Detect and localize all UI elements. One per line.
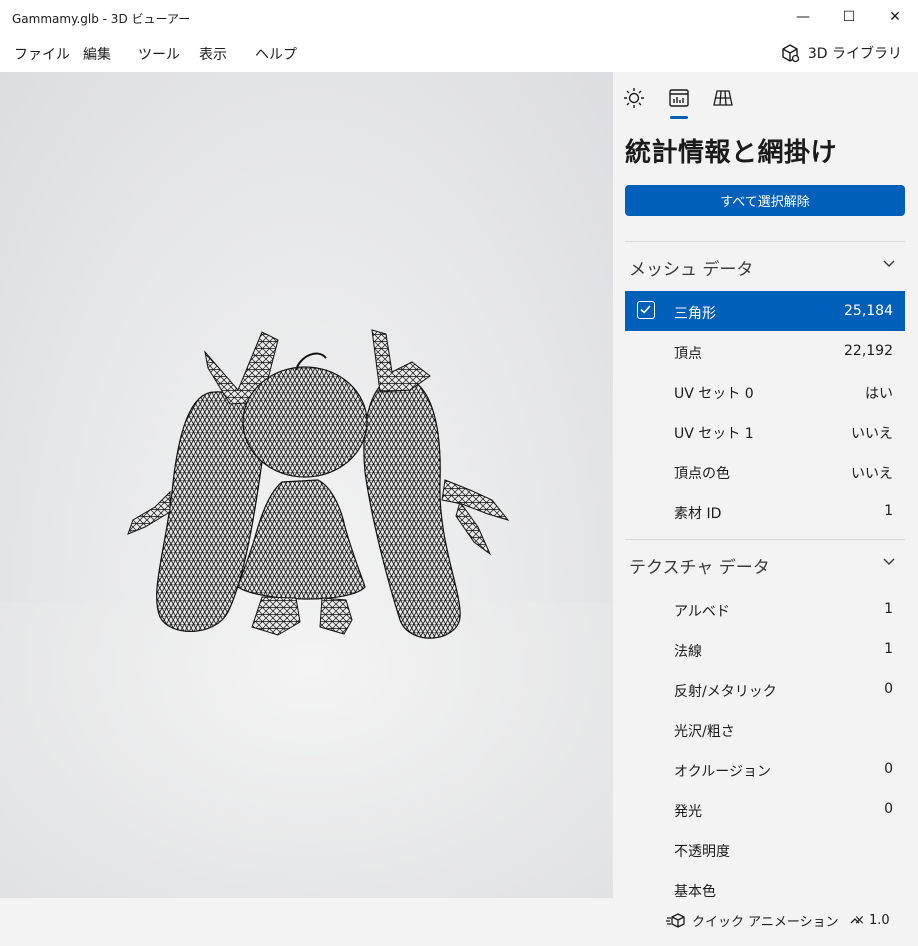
library-label: 3D ライブラリ xyxy=(807,46,902,62)
stat-label: UV セット 1 xyxy=(674,426,754,442)
stat-value: 0 xyxy=(884,801,893,817)
stat-label: アルベド xyxy=(674,604,730,620)
minimize-button[interactable]: — xyxy=(780,0,826,34)
library-cube-icon xyxy=(782,44,800,63)
stat-value: 1 xyxy=(884,601,893,617)
title-bar: Gammamy.glb - 3D ビューアー — ☐ ✕ xyxy=(0,0,918,34)
chevron-down-icon xyxy=(883,260,895,267)
stat-label: 頂点 xyxy=(674,346,702,362)
status-bar: クイック アニメーション × 1.0 xyxy=(0,898,918,946)
maximize-button[interactable]: ☐ xyxy=(826,0,872,34)
triangles-checkbox[interactable] xyxy=(637,301,655,319)
stat-label: 不透明度 xyxy=(674,844,730,860)
mesh-data-title: メッシュ データ xyxy=(629,260,754,280)
stat-row-reflective-metallic[interactable]: 反射/メタリック 0 xyxy=(625,669,905,709)
stat-row-occlusion[interactable]: オクルージョン 0 xyxy=(625,749,905,789)
panel-title: 統計情報と網掛け xyxy=(625,138,838,168)
stat-label: 素材 ID xyxy=(674,506,722,522)
deselect-all-button[interactable]: すべて選択解除 xyxy=(625,185,905,216)
3d-viewport[interactable] xyxy=(0,72,613,898)
stat-row-gloss-roughness[interactable]: 光沢/粗さ xyxy=(625,709,905,749)
stat-label: UV セット 0 xyxy=(674,386,754,402)
texture-data-section-header[interactable]: テクスチャ データ xyxy=(613,542,918,582)
stat-value: 22,192 xyxy=(844,343,893,359)
menu-help[interactable]: ヘルプ xyxy=(255,44,297,64)
stat-value: はい xyxy=(865,386,893,402)
stat-value: 1 xyxy=(884,503,893,519)
menu-view[interactable]: 表示 xyxy=(199,44,227,64)
mesh-data-section-header[interactable]: メッシュ データ xyxy=(613,244,918,284)
close-icon: ✕ xyxy=(889,9,901,25)
menu-bar: ファイル 編集 ツール 表示 ヘルプ 3D ライブラリ xyxy=(0,34,918,72)
stat-row-uv-set-0[interactable]: UV セット 0 はい xyxy=(625,371,905,411)
stat-row-albedo[interactable]: アルベド 1 xyxy=(625,589,905,629)
divider xyxy=(625,539,905,540)
stat-row-base-color[interactable]: 基本色 xyxy=(625,869,905,898)
minimize-icon: — xyxy=(796,9,810,25)
stat-value: 0 xyxy=(884,761,893,777)
window-title: Gammamy.glb - 3D ビューアー xyxy=(12,12,191,26)
stat-row-emissive[interactable]: 発光 0 xyxy=(625,789,905,829)
maximize-icon: ☐ xyxy=(842,9,856,25)
stat-row-vertex-color[interactable]: 頂点の色 いいえ xyxy=(625,451,905,491)
tab-stats[interactable] xyxy=(667,86,691,110)
stat-row-material-id[interactable]: 素材 ID 1 xyxy=(625,491,905,531)
chevron-down-icon xyxy=(883,558,895,565)
stat-row-normal[interactable]: 法線 1 xyxy=(625,629,905,669)
stat-label: オクルージョン xyxy=(674,764,772,780)
divider xyxy=(625,241,905,242)
stat-row-vertices[interactable]: 頂点 22,192 xyxy=(625,331,905,371)
tab-selected-indicator xyxy=(670,116,688,119)
checkmark-icon xyxy=(640,305,651,314)
tab-lighting[interactable] xyxy=(622,86,646,110)
stat-label: 頂点の色 xyxy=(674,466,730,482)
menu-tools[interactable]: ツール xyxy=(138,44,180,64)
stats-icon xyxy=(669,89,689,107)
stat-value: 25,184 xyxy=(844,303,893,319)
tab-mesh-grid[interactable] xyxy=(711,86,735,110)
close-button[interactable]: ✕ xyxy=(872,0,918,34)
stat-row-uv-set-1[interactable]: UV セット 1 いいえ xyxy=(625,411,905,451)
sun-icon xyxy=(624,88,644,108)
quick-animation-label: クイック アニメーション xyxy=(692,915,839,930)
texture-data-title: テクスチャ データ xyxy=(629,558,770,578)
stat-label: 発光 xyxy=(674,804,702,820)
stat-value: 1 xyxy=(884,641,893,657)
3d-library-button[interactable]: 3D ライブラリ xyxy=(780,42,902,64)
animation-cube-icon xyxy=(666,912,685,928)
grid-icon xyxy=(713,90,733,106)
menu-edit[interactable]: 編集 xyxy=(83,44,111,64)
stats-panel: 統計情報と網掛け すべて選択解除 メッシュ データ 三角形 25,184 頂点 … xyxy=(613,72,918,898)
stat-value: いいえ xyxy=(851,426,893,442)
stat-label: 法線 xyxy=(674,644,702,660)
stat-row-triangles[interactable]: 三角形 25,184 xyxy=(625,291,905,331)
menu-file[interactable]: ファイル xyxy=(14,44,70,64)
stat-label: 三角形 xyxy=(674,306,716,322)
animation-speed[interactable]: × 1.0 xyxy=(854,913,890,928)
stat-row-opacity[interactable]: 不透明度 xyxy=(625,829,905,869)
wireframe-model[interactable] xyxy=(0,72,613,898)
stat-label: 反射/メタリック xyxy=(674,684,777,700)
stat-label: 光沢/粗さ xyxy=(674,724,735,740)
stat-value: 0 xyxy=(884,681,893,697)
stat-label: 基本色 xyxy=(674,884,716,898)
stat-value: いいえ xyxy=(851,466,893,482)
quick-animation-button[interactable]: クイック アニメーション xyxy=(666,911,861,930)
